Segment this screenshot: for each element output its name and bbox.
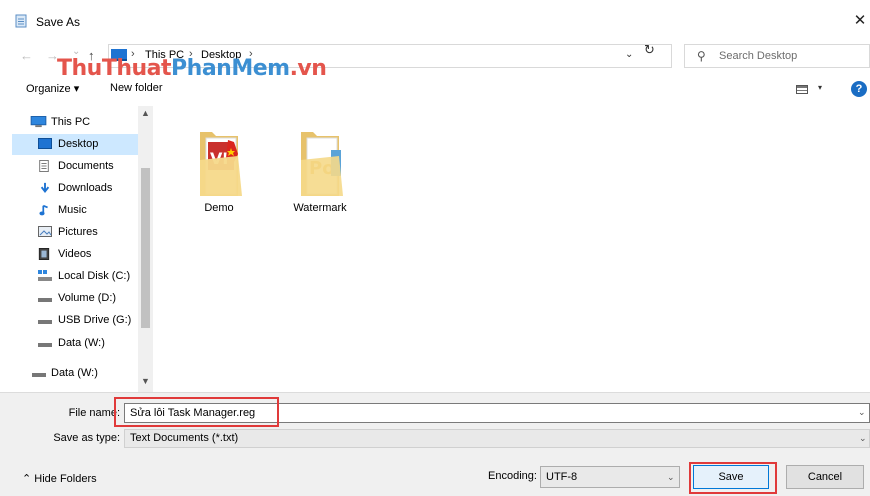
sidebar-item-data-w-network[interactable]: Data (W:) (0, 363, 138, 384)
sidebar-item-usb-drive-g[interactable]: USB Drive (G:) (0, 310, 138, 331)
folder-icon: Poi (301, 132, 343, 196)
scroll-down-icon[interactable]: ▼ (141, 376, 150, 386)
sidebar-item-label: Local Disk (C:) (58, 270, 131, 282)
help-icon[interactable]: ? (851, 81, 867, 97)
sidebar-item-label: Data (W:) (51, 367, 98, 379)
file-name-input[interactable] (124, 403, 870, 423)
sidebar-item-label: Pictures (58, 226, 98, 238)
notepad-icon (15, 14, 27, 28)
sidebar-item-volume-d[interactable]: Volume (D:) (0, 288, 138, 309)
encoding-select[interactable]: UTF-8 ⌄ (540, 466, 680, 488)
drive-icon (32, 373, 46, 377)
usb-drive-icon (38, 320, 52, 324)
downloads-icon (40, 182, 50, 193)
save-as-type-select[interactable]: Text Documents (*.txt) ⌄ (124, 429, 870, 448)
desktop-icon (38, 138, 52, 149)
sidebar-item-label: Data (W:) (58, 337, 105, 349)
pictures-icon (38, 226, 52, 237)
file-name-dropdown-icon[interactable]: ⌄ (858, 407, 866, 418)
save-as-type-value: Text Documents (*.txt) (130, 432, 239, 444)
sidebar-item-label: Downloads (58, 182, 113, 194)
folder-item-demo[interactable]: VI Demo (174, 116, 264, 226)
music-icon (39, 204, 48, 216)
sidebar-item-label: Music (58, 204, 87, 216)
save-button[interactable]: Save (693, 465, 769, 489)
search-icon: ⚲ (697, 49, 706, 63)
navigation-scrollbar[interactable]: ▲ ▼ (138, 106, 153, 392)
navigation-pane: This PC Desktop Documents Downloads Musi… (0, 106, 153, 392)
address-dropdown-icon[interactable]: ⌄ (625, 49, 633, 60)
search-input[interactable] (719, 49, 864, 63)
sidebar-item-local-disk-c[interactable]: Local Disk (C:) (0, 266, 138, 287)
sidebar-item-data-w[interactable]: Data (W:) (0, 333, 138, 354)
drive-icon (38, 343, 52, 347)
sidebar-item-label: This PC (51, 116, 91, 128)
sidebar-item-label: Videos (58, 248, 92, 260)
scroll-up-icon[interactable]: ▲ (141, 108, 150, 118)
title-bar: Save As ✕ (0, 0, 870, 40)
organize-button[interactable]: Organize ▾ (26, 82, 79, 95)
view-options-caret-icon[interactable]: ▾ (818, 83, 822, 92)
close-button[interactable]: ✕ (850, 10, 870, 32)
folder-item-watermark[interactable]: Poi Watermark (275, 116, 365, 226)
encoding-label: Encoding: (488, 470, 537, 482)
sidebar-item-label: Desktop (58, 138, 99, 150)
scroll-thumb[interactable] (141, 168, 150, 328)
change-view-icon[interactable] (796, 85, 808, 94)
sidebar-item-music[interactable]: Music (0, 200, 138, 221)
videos-icon (38, 248, 50, 260)
file-name-label: File name: (68, 407, 120, 419)
sidebar-item-label: Volume (D:) (58, 292, 117, 304)
file-list-area: VI Demo Poi Watermark (153, 106, 870, 392)
documents-icon (39, 160, 49, 172)
command-toolbar: Organize ▾ New folder ▾ ? (0, 78, 870, 104)
refresh-icon[interactable]: ↻ (644, 42, 655, 58)
save-form: File name: ⌄ Save as type: Text Document… (0, 392, 870, 454)
sidebar-item-documents[interactable]: Documents (0, 156, 138, 177)
local-disk-icon (38, 270, 52, 281)
folder-label: Watermark (293, 202, 347, 214)
back-arrow-icon[interactable]: ← (20, 48, 33, 63)
sidebar-item-downloads[interactable]: Downloads (0, 178, 138, 199)
folder-icon: VI (200, 132, 242, 196)
sidebar-item-label: USB Drive (G:) (58, 314, 132, 326)
sidebar-item-this-pc[interactable]: This PC (0, 112, 138, 133)
sidebar-item-desktop[interactable]: Desktop (12, 134, 138, 155)
dialog-button-row: ⌃ Hide Folders Encoding: UTF-8 ⌄ Save Ca… (0, 454, 870, 496)
sidebar-item-videos[interactable]: Videos (0, 244, 138, 265)
cancel-button[interactable]: Cancel (786, 465, 864, 489)
sidebar-item-label: Documents (58, 160, 114, 172)
drive-icon (38, 298, 52, 302)
chevron-down-icon: ⌄ (859, 433, 867, 443)
encoding-value: UTF-8 (546, 471, 578, 483)
sidebar-item-pictures[interactable]: Pictures (0, 222, 138, 243)
search-box[interactable]: ⚲ (684, 44, 870, 68)
hide-folders-button[interactable]: ⌃ Hide Folders (22, 472, 97, 485)
window-title: Save As (36, 15, 81, 29)
new-folder-button[interactable]: New folder (110, 82, 163, 94)
folder-label: Demo (204, 202, 234, 214)
computer-icon (30, 116, 47, 128)
chevron-down-icon: ⌄ (667, 472, 675, 482)
save-as-type-label: Save as type: (53, 432, 120, 444)
